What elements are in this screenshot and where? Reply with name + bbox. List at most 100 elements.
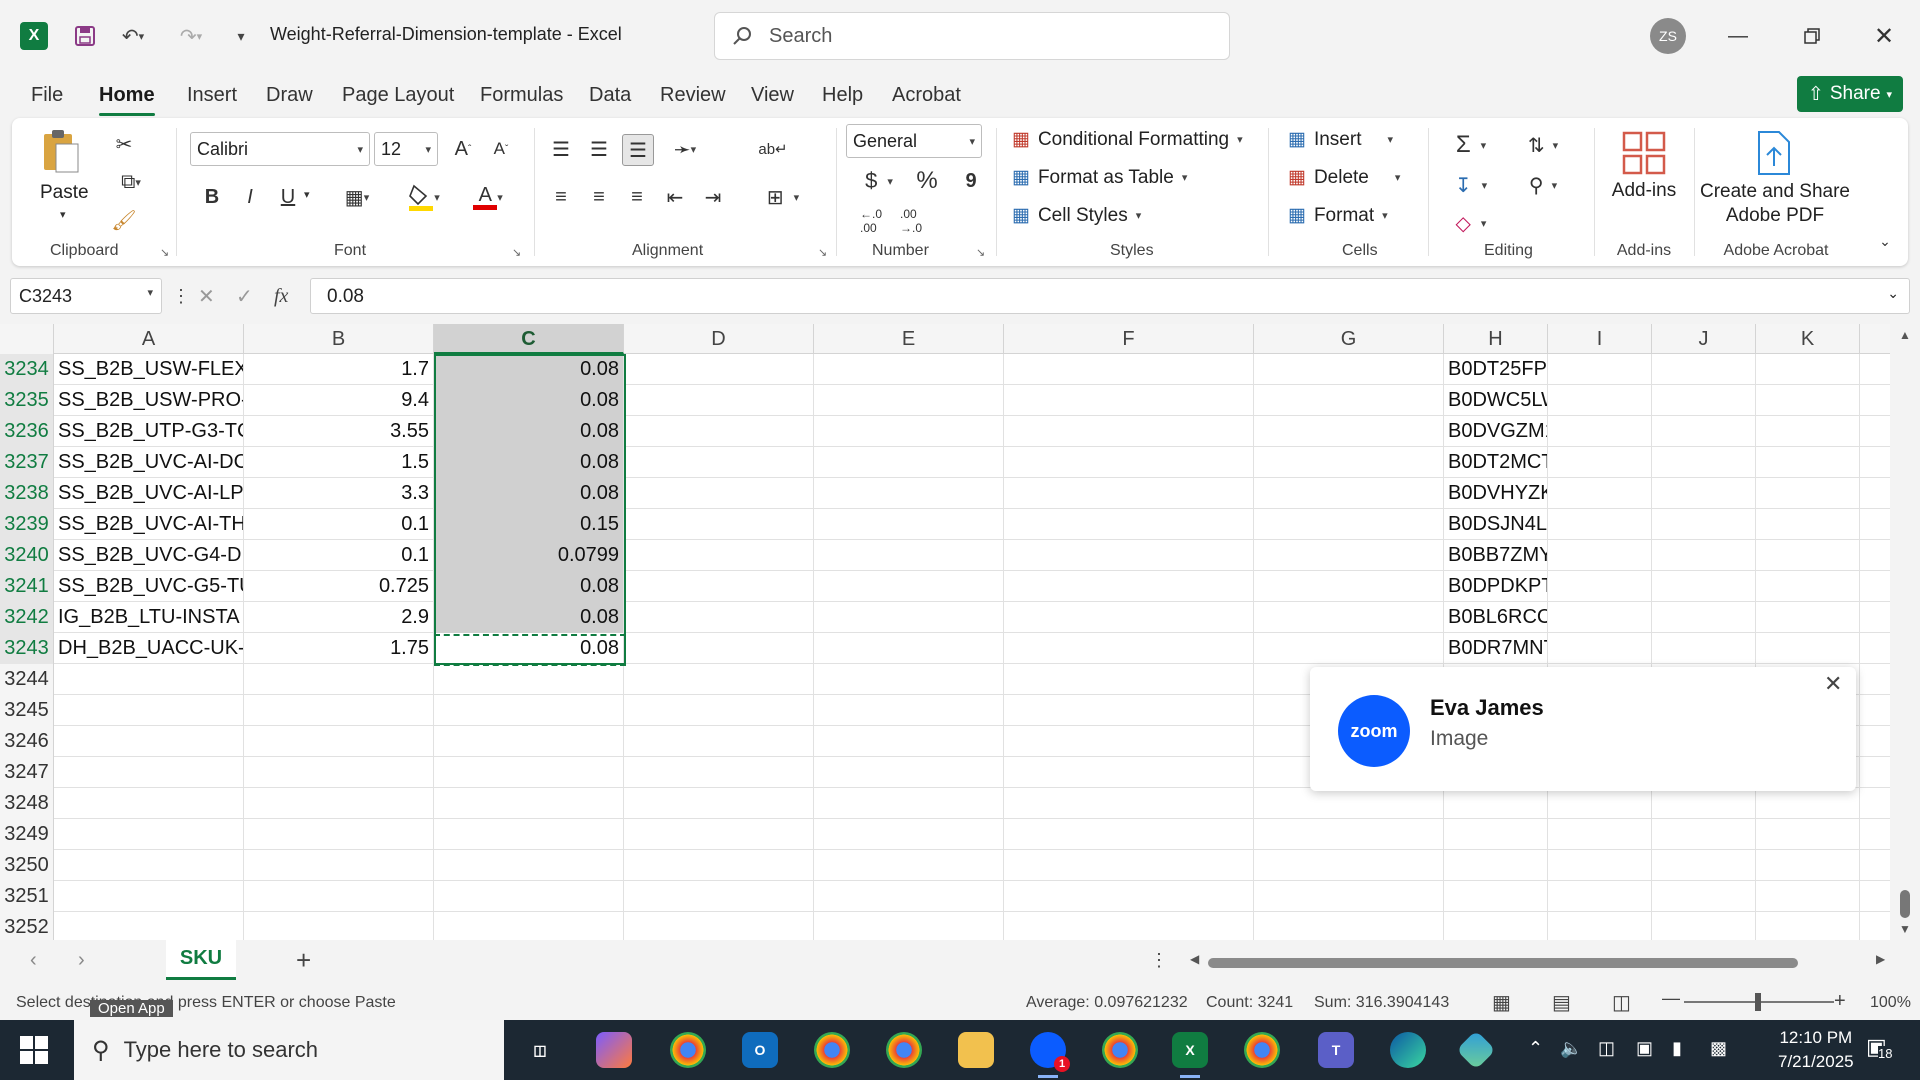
cell-d[interactable] [624,850,814,881]
cell-f[interactable] [1004,912,1254,940]
paste-label[interactable]: Paste [40,182,89,204]
cell-k[interactable] [1756,354,1860,385]
format-cells-button[interactable]: ▦ Format ▾ [1288,204,1388,227]
cell-c[interactable]: 0.08 [434,385,624,416]
cell-a[interactable] [54,664,244,695]
cell-b[interactable]: 3.55 [244,416,434,447]
cell-e[interactable] [814,912,1004,940]
row-header[interactable]: 3238 [0,478,54,509]
cell-j[interactable] [1652,819,1756,850]
tab-file[interactable]: File [31,84,63,107]
cell-a[interactable]: SS_B2B_UVC-AI-DC [54,447,244,478]
fill-color-icon[interactable]: ▾ [400,180,448,214]
cell-h[interactable]: B0DVHYZKKG [1444,478,1548,509]
cell-h[interactable] [1444,788,1548,819]
cell-i[interactable] [1548,602,1652,633]
cell-b[interactable]: 0.1 [244,540,434,571]
cell-k[interactable] [1756,819,1860,850]
cell-f[interactable] [1004,478,1254,509]
number-launcher-icon[interactable]: ↘ [976,246,985,259]
paste-icon[interactable] [40,128,80,174]
cell-b[interactable] [244,695,434,726]
font-name-select[interactable]: Calibri ▾ [190,132,370,166]
cell-f[interactable] [1004,726,1254,757]
conditional-formatting-button[interactable]: ▦ Conditional Formatting ▾ [1012,128,1243,151]
comma-style-icon[interactable]: 9 [956,164,986,198]
cell-c[interactable]: 0.15 [434,509,624,540]
cell-b[interactable]: 1.7 [244,354,434,385]
cell-i[interactable] [1548,540,1652,571]
cell-c[interactable] [434,726,624,757]
cell-k[interactable] [1756,478,1860,509]
cell-i[interactable] [1548,633,1652,664]
increase-font-size-icon[interactable]: Aˆ [448,134,478,164]
column-header-f[interactable]: F [1004,324,1254,354]
cell-b[interactable]: 0.725 [244,571,434,602]
cell-k[interactable] [1756,416,1860,447]
cell-h[interactable] [1444,819,1548,850]
cell-b[interactable] [244,726,434,757]
redo-icon[interactable]: ↷ ▾ [168,20,214,52]
cell-g[interactable] [1254,540,1444,571]
cell-f[interactable] [1004,757,1254,788]
create-pdf-icon[interactable] [1748,128,1798,178]
cell-e[interactable] [814,726,1004,757]
alignment-launcher-icon[interactable]: ↘ [818,246,827,259]
vertical-scrollbar[interactable]: ▲ ▼ [1890,324,1920,940]
cell-g[interactable] [1254,912,1444,940]
cancel-entry-icon[interactable]: ✕ [198,280,215,312]
cell-i[interactable] [1548,447,1652,478]
cell-a[interactable] [54,788,244,819]
cell-b[interactable] [244,664,434,695]
row-header[interactable]: 3251 [0,881,54,912]
underline-dropdown-icon[interactable]: ▾ [304,188,310,201]
cell-k[interactable] [1756,912,1860,940]
cell-c[interactable]: 0.08 [434,602,624,633]
tab-draw[interactable]: Draw [266,84,313,107]
cell-b[interactable] [244,819,434,850]
cell-g[interactable] [1254,354,1444,385]
row-header[interactable]: 3248 [0,788,54,819]
cell-d[interactable] [624,540,814,571]
column-header-a[interactable]: A [54,324,244,354]
align-middle-icon[interactable]: ☰ [584,134,614,164]
notification-center-icon[interactable]: ▣ 18 [1866,1034,1893,1061]
cell-f[interactable] [1004,788,1254,819]
cell-d[interactable] [624,602,814,633]
cell-h[interactable]: B0DT2MCTKJ [1444,447,1548,478]
cell-c[interactable]: 0.08 [434,416,624,447]
chrome-profile-icon[interactable] [1244,1032,1280,1068]
scroll-down-icon[interactable]: ▼ [1899,922,1911,936]
paste-dropdown-icon[interactable]: ▾ [60,208,66,221]
cell-a[interactable]: IG_B2B_LTU-INSTA [54,602,244,633]
cell-d[interactable] [624,819,814,850]
show-hidden-icons-icon[interactable]: ⌃ [1528,1038,1543,1059]
cell-i[interactable] [1548,478,1652,509]
cell-j[interactable] [1652,602,1756,633]
cell-c[interactable] [434,757,624,788]
scroll-up-icon[interactable]: ▲ [1899,328,1911,342]
page-layout-view-icon[interactable]: ▤ [1552,990,1571,1015]
merge-center-icon[interactable]: ⊞ ▾ [752,182,814,212]
tab-view[interactable]: View [751,84,794,107]
cell-j[interactable] [1652,540,1756,571]
tab-help[interactable]: Help [822,84,863,107]
cell-e[interactable] [814,695,1004,726]
confirm-entry-icon[interactable]: ✓ [236,280,253,312]
row-header[interactable]: 3236 [0,416,54,447]
name-box[interactable]: C3243 ▾ [10,278,162,314]
zoom-slider-thumb[interactable] [1755,993,1761,1011]
cell-i[interactable] [1548,788,1652,819]
next-sheet-icon[interactable]: › [78,944,85,976]
column-header-d[interactable]: D [624,324,814,354]
cell-h[interactable]: B0DVGZM1WV [1444,416,1548,447]
column-header-b[interactable]: B [244,324,434,354]
volume-icon[interactable]: 🔈 [1560,1038,1582,1059]
insert-cells-button[interactable]: ▦ Insert ▾ [1288,128,1393,151]
cell-h[interactable]: B0DWC5LW86 [1444,385,1548,416]
cell-e[interactable] [814,664,1004,695]
add-ins-button[interactable]: Add-ins [1602,180,1686,202]
cell-e[interactable] [814,478,1004,509]
task-view-icon[interactable]: ◫ [522,1032,558,1068]
cell-a[interactable]: SS_B2B_USW-PRO- [54,385,244,416]
